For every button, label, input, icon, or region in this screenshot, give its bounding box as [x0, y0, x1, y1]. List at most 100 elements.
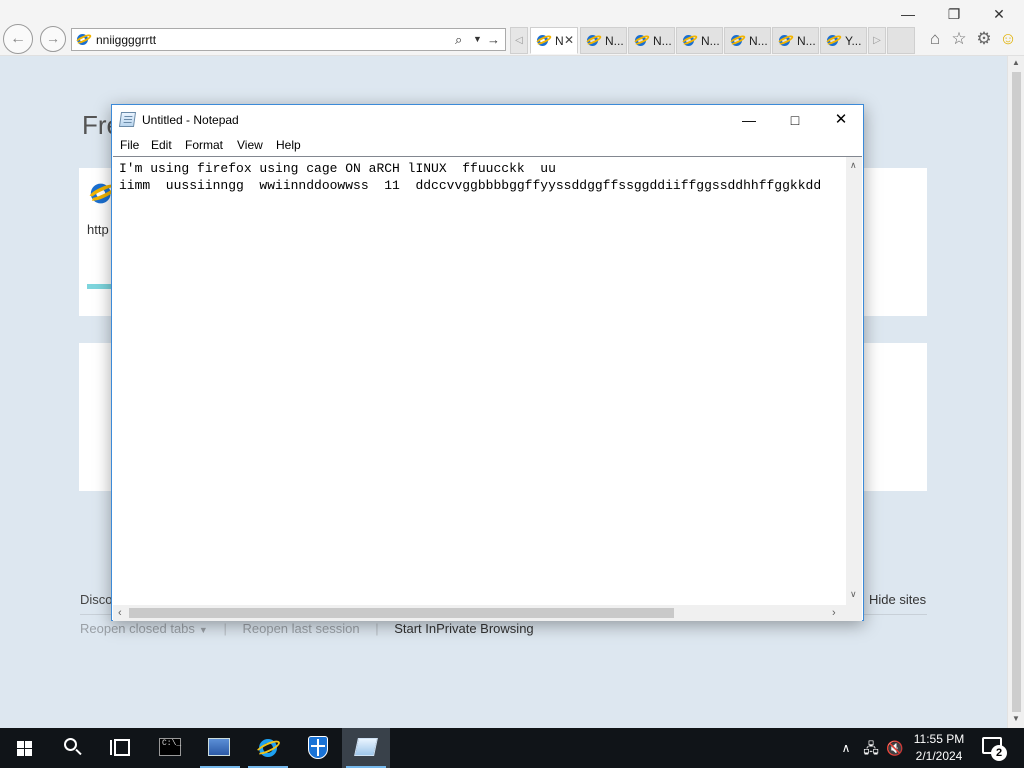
scroll-down-icon[interactable]: ▼	[1008, 714, 1024, 723]
taskbar-notepad[interactable]	[342, 728, 390, 768]
separator: |	[223, 621, 227, 636]
clock[interactable]: 11:55 PM 2/1/2024	[906, 731, 972, 765]
tab-1[interactable]: N ✕	[530, 27, 578, 54]
ie-tab-icon	[826, 33, 842, 49]
server-manager-icon	[208, 738, 230, 756]
notepad-horizontal-scrollbar[interactable]: ‹ ›	[113, 605, 846, 621]
tab-7[interactable]: Y...	[820, 27, 867, 54]
tab-label: N	[555, 34, 564, 48]
tab-3[interactable]: N...	[628, 27, 675, 54]
tab-2[interactable]: N...	[580, 27, 627, 54]
notepad-window: Untitled - Notepad — □ ✕ File Edit Forma…	[111, 104, 864, 621]
separator: |	[375, 621, 379, 636]
speaker-muted-icon[interactable]: 🔇	[884, 728, 906, 768]
scrollbar-corner	[846, 605, 862, 621]
ie-vertical-scrollbar[interactable]: ▲ ▼	[1007, 56, 1024, 728]
ie-tab-icon	[586, 33, 602, 49]
go-arrow-icon[interactable]: →	[487, 31, 500, 48]
tab-6[interactable]: N...	[772, 27, 819, 54]
scroll-up-icon[interactable]: ∧	[850, 160, 857, 171]
tab-5[interactable]: N...	[724, 27, 771, 54]
tab-scroll-left-button[interactable]: ◁	[510, 27, 528, 54]
menu-help[interactable]: Help	[276, 138, 301, 152]
notepad-titlebar[interactable]: Untitled - Notepad — □ ✕	[112, 105, 863, 135]
notepad-menubar: File Edit Format View Help	[112, 135, 863, 155]
scroll-up-icon[interactable]: ▲	[1008, 58, 1024, 67]
menu-edit[interactable]: Edit	[151, 138, 172, 152]
menu-format[interactable]: Format	[185, 138, 223, 152]
scroll-down-icon[interactable]: ∨	[850, 589, 857, 600]
notification-count-badge: 2	[991, 745, 1007, 761]
minimize-button[interactable]: —	[885, 2, 931, 26]
clock-time: 11:55 PM	[913, 732, 965, 746]
taskbar-server-manager[interactable]	[196, 728, 244, 768]
ie-tab-icon	[634, 33, 650, 49]
close-tab-icon[interactable]: ✕	[564, 33, 574, 47]
ie-page-icon	[76, 32, 92, 48]
chevron-up-icon[interactable]: ∧	[836, 728, 856, 768]
close-button[interactable]: ✕	[976, 2, 1022, 26]
taskbar-internet-explorer[interactable]	[244, 728, 292, 768]
search-icon	[64, 738, 77, 751]
back-button[interactable]: ←	[3, 24, 33, 54]
discover-link[interactable]: Disco	[80, 592, 113, 607]
smiley-icon[interactable]: ☺	[997, 28, 1019, 50]
search-button[interactable]	[48, 728, 96, 768]
ie-tab-icon	[730, 33, 746, 49]
taskbar-windows-security[interactable]	[294, 728, 342, 768]
network-icon[interactable]: 🖧	[860, 728, 882, 768]
tab-strip: ◁ N ✕ N... N... N... N... N... Y... ▷	[510, 27, 915, 54]
hide-sites-link[interactable]: Hide sites	[869, 592, 926, 607]
gear-icon[interactable]: ⚙	[973, 28, 995, 50]
tab-label: N...	[749, 34, 768, 48]
dropdown-icon[interactable]: ▼	[473, 31, 482, 48]
tab-4[interactable]: N...	[676, 27, 723, 54]
ie-toolbar: — ❐ ✕ ← → ⌕ ▼ → ◁ N ✕ N... N...	[0, 0, 1024, 56]
start-button[interactable]	[0, 728, 48, 768]
windows-logo-icon	[17, 741, 32, 756]
search-icon[interactable]: ⌕	[455, 31, 462, 48]
scroll-left-icon[interactable]: ‹	[118, 607, 122, 619]
scrollbar-thumb[interactable]	[129, 608, 674, 618]
ie-tab-icon	[536, 33, 552, 49]
forward-button[interactable]: →	[40, 26, 66, 52]
address-bar[interactable]: ⌕ ▼ →	[71, 28, 506, 51]
scrollbar-thumb[interactable]	[1012, 72, 1021, 712]
start-inprivate-link[interactable]: Start InPrivate Browsing	[394, 621, 533, 636]
site-url[interactable]: http	[87, 222, 109, 237]
ie-tab-icon	[682, 33, 698, 49]
notepad-vertical-scrollbar[interactable]: ∧ ∨	[846, 157, 862, 605]
notepad-maximize-button[interactable]: □	[772, 105, 818, 135]
back-arrow-icon: ←	[10, 30, 26, 47]
menu-file[interactable]: File	[120, 138, 139, 152]
command-prompt-icon: C:\_	[159, 738, 181, 756]
menu-view[interactable]: View	[237, 138, 263, 152]
taskbar-command-prompt[interactable]: C:\_	[146, 728, 194, 768]
tab-scroll-right-button[interactable]: ▷	[868, 27, 886, 54]
notepad-minimize-button[interactable]: —	[726, 105, 772, 135]
taskbar: C:\_ ∧ 🖧 🔇 11:55 PM 2/1/2024 2	[0, 728, 1024, 768]
home-icon[interactable]: ⌂	[924, 28, 946, 50]
tab-label: N...	[701, 34, 720, 48]
window-title: Untitled - Notepad	[142, 113, 239, 127]
notepad-text-area[interactable]: I'm using firefox using cage ON aRCH lIN…	[113, 157, 846, 605]
notepad-close-button[interactable]: ✕	[818, 105, 864, 135]
task-view-button[interactable]	[96, 728, 144, 768]
tab-label: Y...	[845, 34, 862, 48]
shield-icon	[308, 736, 328, 759]
restore-button[interactable]: ❐	[931, 2, 977, 26]
chevron-down-icon: ▼	[198, 625, 208, 635]
reopen-last-session-link[interactable]: Reopen last session	[242, 621, 359, 636]
address-input[interactable]	[96, 31, 446, 48]
star-icon[interactable]: ☆	[948, 28, 970, 50]
new-tab-links: Reopen closed tabs ▼ | Reopen last sessio…	[80, 621, 546, 636]
ie-tab-icon	[778, 33, 794, 49]
notepad-edit-area: I'm using firefox using cage ON aRCH lIN…	[113, 156, 862, 621]
scroll-right-icon[interactable]: ›	[832, 607, 836, 619]
clock-date: 2/1/2024	[915, 749, 963, 763]
tab-label: N...	[653, 34, 672, 48]
internet-explorer-icon	[256, 736, 280, 760]
reopen-closed-tabs-link[interactable]: Reopen closed tabs	[80, 621, 195, 636]
notepad-icon	[118, 112, 137, 127]
new-tab-button[interactable]	[887, 27, 915, 54]
